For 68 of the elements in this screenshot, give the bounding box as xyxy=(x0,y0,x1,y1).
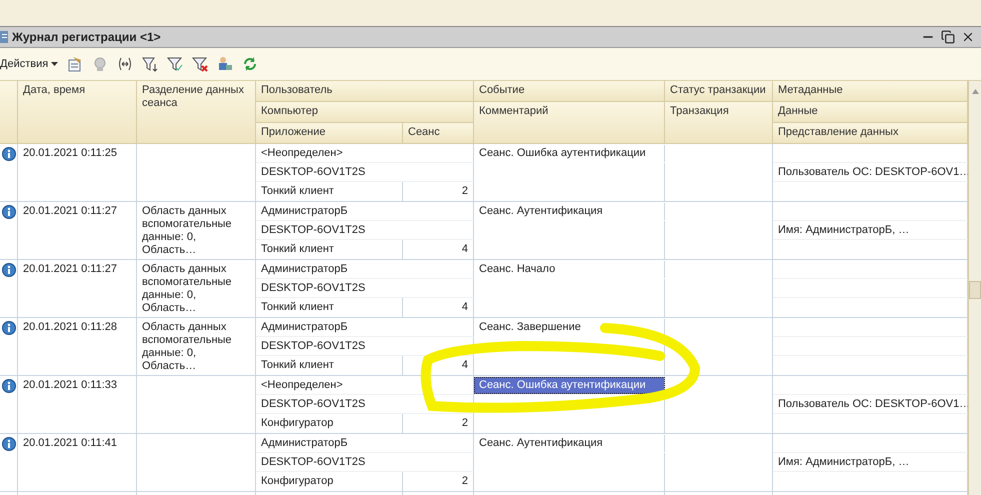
data-cell: Пользователь ОС: DESKTOP-6OV1… xyxy=(773,163,968,182)
computer-cell: DESKTOP-6OV1T2S xyxy=(256,221,474,240)
filter-icon[interactable] xyxy=(167,56,184,72)
session-cell: 2 xyxy=(403,182,474,201)
date-cell: 20.01.2021 0:11:27 xyxy=(18,202,137,259)
date-cell: 20.01.2021 0:11:28 xyxy=(18,318,137,375)
user-cell: АдминистраторБ xyxy=(256,202,474,221)
application-cell: Конфигуратор xyxy=(256,472,403,491)
user-cell: АдминистраторБ xyxy=(256,318,474,337)
computer-cell: DESKTOP-6OV1T2S xyxy=(256,453,474,472)
separation-column-header[interactable]: Разделение данных сеанса xyxy=(137,81,256,144)
restore-icon[interactable] xyxy=(941,29,957,45)
metadata-column-header[interactable]: Метаданные xyxy=(773,81,968,102)
transaction-column-header[interactable]: Транзакция xyxy=(665,102,773,144)
session-cell: 4 xyxy=(403,298,474,317)
event-cell[interactable]: Сеанс. Начало xyxy=(474,261,665,278)
user-column-header[interactable]: Пользователь xyxy=(256,81,474,102)
refresh-icon[interactable] xyxy=(242,56,258,72)
filter-settings-icon[interactable] xyxy=(142,56,158,72)
event-cell[interactable]: Сеанс. Аутентификация xyxy=(474,435,665,452)
caret-icon xyxy=(51,62,58,66)
scrollbar-thumb[interactable] xyxy=(969,281,981,299)
computer-cell: DESKTOP-6OV1T2S xyxy=(256,337,474,356)
date-cell: 20.01.2021 0:11:25 xyxy=(18,144,137,201)
user-cell: <Неопределен> xyxy=(256,376,474,395)
document-edit-icon[interactable] xyxy=(67,56,84,72)
computer-cell: DESKTOP-6OV1T2S xyxy=(256,279,474,298)
computer-cell: DESKTOP-6OV1T2S xyxy=(256,395,474,414)
session-cell: 2 xyxy=(403,414,474,433)
comment-column-header[interactable]: Комментарий xyxy=(474,102,665,144)
computer-column-header[interactable]: Компьютер xyxy=(256,102,474,123)
separation-cell: Область данных вспомогательные данные: 0, Область… xyxy=(137,202,256,259)
date-column-header[interactable]: Дата, время xyxy=(18,81,137,144)
application-cell: Тонкий клиент xyxy=(256,298,403,317)
presentation-column-header[interactable]: Представление данных xyxy=(773,123,968,144)
separation-cell: Область данных вспомогательные данные: 0, Область… xyxy=(137,318,256,375)
actions-menu-button[interactable]: Действия xyxy=(0,58,58,70)
session-cell: 4 xyxy=(403,240,474,259)
user-cell: АдминистраторБ xyxy=(256,434,474,453)
computer-cell: DESKTOP-6OV1T2S xyxy=(256,163,474,182)
application-cell: Конфигуратор xyxy=(256,414,403,433)
filter-clear-icon[interactable] xyxy=(192,56,208,72)
data-cell: Имя: АдминистраторБ, … xyxy=(773,221,968,240)
event-cell[interactable]: Сеанс. Ошибка аутентификации xyxy=(474,145,665,162)
user-cell: <Неопределен> xyxy=(256,144,474,163)
window-title: Журнал регистрации <1> xyxy=(12,30,162,44)
event-cell[interactable]: Сеанс. Ошибка аутентификации xyxy=(474,377,665,394)
event-cell[interactable]: Сеанс. Завершение xyxy=(474,319,665,336)
application-cell: Тонкий клиент xyxy=(256,240,403,259)
data-cell: Пользователь ОС: DESKTOP-6OV1… xyxy=(773,395,968,414)
date-cell: 20.01.2021 0:11:41 xyxy=(18,434,137,491)
data-column-header[interactable]: Данные xyxy=(773,102,968,123)
application-column-header[interactable]: Приложение xyxy=(256,123,403,144)
session-column-header[interactable]: Сеанс xyxy=(403,123,474,144)
session-cell: 2 xyxy=(403,472,474,491)
application-cell: Тонкий клиент xyxy=(256,356,403,375)
date-cell: 20.01.2021 0:11:27 xyxy=(18,260,137,317)
user-computer-icon[interactable] xyxy=(217,56,234,72)
window-icon xyxy=(0,31,8,43)
separation-cell: Область данных вспомогательные данные: 0, Область… xyxy=(137,260,256,317)
status-column-header[interactable]: Статус транзакции xyxy=(665,81,773,102)
data-cell: Имя: АдминистраторБ, … xyxy=(773,453,968,472)
session-cell: 4 xyxy=(403,356,474,375)
date-cell: 20.01.2021 0:11:33 xyxy=(18,376,137,433)
event-column-header[interactable]: Событие xyxy=(474,81,665,102)
application-cell: Тонкий клиент xyxy=(256,182,403,201)
event-cell[interactable]: Сеанс. Аутентификация xyxy=(474,203,665,220)
user-cell: АдминистраторБ xyxy=(256,260,474,279)
